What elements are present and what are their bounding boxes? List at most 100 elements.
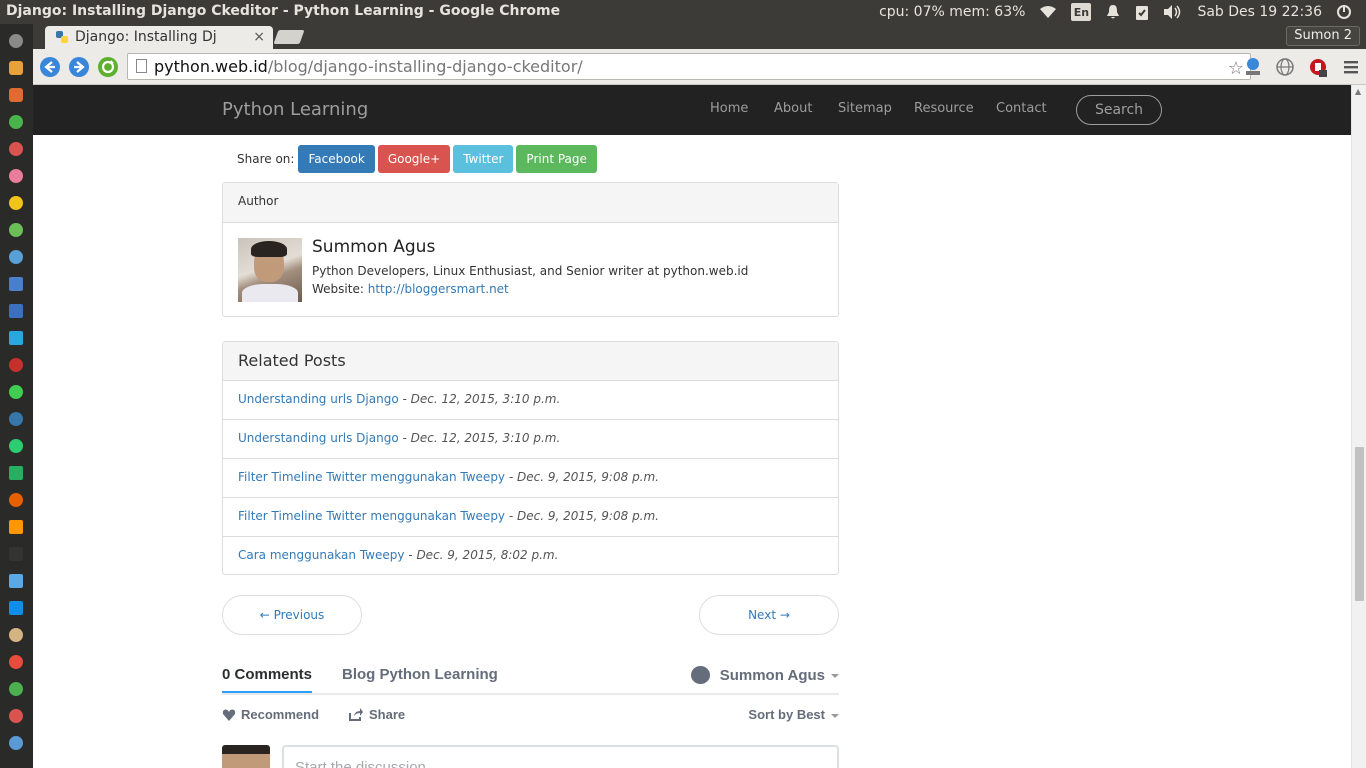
launcher-app-icon[interactable] bbox=[9, 439, 23, 453]
extension-globe-icon[interactable] bbox=[1275, 57, 1295, 77]
clock[interactable]: Sab Des 19 22:36 bbox=[1197, 4, 1322, 20]
launcher-app-icon[interactable] bbox=[9, 331, 23, 345]
volume-icon[interactable] bbox=[1163, 5, 1183, 19]
launcher-app-icon[interactable] bbox=[9, 358, 23, 372]
unity-launcher bbox=[0, 24, 33, 768]
nav-about[interactable]: About bbox=[774, 101, 812, 116]
launcher-app-icon[interactable] bbox=[9, 601, 23, 615]
list-item: Understanding urls Django - Dec. 12, 201… bbox=[223, 420, 838, 459]
tab-community[interactable]: Blog Python Learning bbox=[342, 666, 498, 683]
launcher-app-icon[interactable] bbox=[9, 115, 23, 129]
launcher-app-icon[interactable] bbox=[9, 277, 23, 291]
disqus-user-menu[interactable]: Summon Agus bbox=[690, 666, 839, 684]
related-post-date: - Dec. 12, 2015, 3:10 p.m. bbox=[402, 431, 561, 445]
back-arrow-icon[interactable] bbox=[39, 56, 61, 78]
cpu-mem-indicator[interactable]: cpu: 07% mem: 63% bbox=[879, 4, 1025, 20]
launcher-app-icon[interactable] bbox=[9, 142, 23, 156]
url-host: python.web.id bbox=[154, 57, 268, 76]
wifi-icon[interactable] bbox=[1039, 5, 1057, 19]
new-tab-button[interactable] bbox=[273, 30, 305, 44]
launcher-app-icon[interactable] bbox=[9, 412, 23, 426]
launcher-app-icon[interactable] bbox=[9, 304, 23, 318]
page-scrollbar[interactable]: ▲ bbox=[1351, 85, 1366, 768]
clipboard-check-icon[interactable] bbox=[1135, 4, 1149, 20]
launcher-app-icon[interactable] bbox=[9, 736, 23, 750]
previous-post-button[interactable]: ← Previous bbox=[222, 595, 362, 635]
nav-resource[interactable]: Resource bbox=[914, 101, 974, 116]
next-post-button[interactable]: Next → bbox=[699, 595, 839, 635]
launcher-app-icon[interactable] bbox=[9, 493, 23, 507]
launcher-app-icon[interactable] bbox=[9, 196, 23, 210]
share-twitter-button[interactable]: Twitter bbox=[453, 145, 514, 173]
launcher-app-icon[interactable] bbox=[9, 466, 23, 480]
launcher-app-icon[interactable] bbox=[9, 547, 23, 561]
print-page-button[interactable]: Print Page bbox=[516, 145, 597, 173]
recommend-label: Recommend bbox=[241, 707, 320, 722]
launcher-app-icon[interactable] bbox=[9, 655, 23, 669]
chevron-down-icon bbox=[831, 713, 839, 718]
launcher-app-icon[interactable] bbox=[9, 88, 23, 102]
bookmark-star-icon[interactable]: ☆ bbox=[1228, 56, 1244, 81]
launcher-app-icon[interactable] bbox=[9, 223, 23, 237]
related-post-link[interactable]: Understanding urls Django bbox=[238, 392, 399, 406]
python-favicon-icon bbox=[56, 31, 68, 43]
nav-contact[interactable]: Contact bbox=[996, 101, 1047, 116]
tab-close-icon[interactable]: × bbox=[253, 26, 265, 48]
launcher-app-icon[interactable] bbox=[9, 574, 23, 588]
launcher-app-icon[interactable] bbox=[9, 682, 23, 696]
nav-home[interactable]: Home bbox=[710, 101, 748, 116]
extension-ublock-icon[interactable] bbox=[1308, 57, 1328, 77]
browser-toolbar: python.web.id/blog/django-installing-dja… bbox=[33, 49, 1366, 85]
scrollbar-thumb[interactable] bbox=[1355, 447, 1364, 601]
related-post-link[interactable]: Understanding urls Django bbox=[238, 431, 399, 445]
forward-arrow-icon[interactable] bbox=[68, 56, 90, 78]
launcher-app-icon[interactable] bbox=[9, 385, 23, 399]
page-icon bbox=[136, 59, 147, 73]
site-brand[interactable]: Python Learning bbox=[222, 99, 368, 120]
related-post-link[interactable]: Filter Timeline Twitter menggunakan Twee… bbox=[238, 509, 505, 523]
disqus-actions: Recommend Share Sort by Best bbox=[222, 705, 839, 725]
share-icon bbox=[349, 708, 363, 721]
list-item: Filter Timeline Twitter menggunakan Twee… bbox=[223, 498, 838, 537]
reload-icon[interactable] bbox=[97, 56, 119, 78]
related-post-link[interactable]: Cara menggunakan Tweepy bbox=[238, 548, 404, 562]
system-top-panel: Django: Installing Django Ckeditor - Pyt… bbox=[0, 0, 1366, 24]
keyboard-indicator[interactable]: En bbox=[1071, 3, 1092, 21]
launcher-app-icon[interactable] bbox=[9, 61, 23, 75]
launcher-app-icon[interactable] bbox=[9, 250, 23, 264]
power-gear-icon[interactable] bbox=[1336, 4, 1352, 20]
extension-download-icon[interactable] bbox=[1243, 57, 1263, 77]
recommend-button[interactable]: Recommend bbox=[222, 707, 319, 722]
web-page: Python Learning Home About Sitemap Resou… bbox=[33, 85, 1351, 768]
share-label: Share on: bbox=[237, 152, 295, 166]
nav-sitemap[interactable]: Sitemap bbox=[838, 101, 892, 116]
launcher-app-icon[interactable] bbox=[9, 520, 23, 534]
share-facebook-button[interactable]: Facebook bbox=[298, 145, 375, 173]
scroll-up-arrow-icon[interactable]: ▲ bbox=[1355, 87, 1361, 96]
share-button[interactable]: Share bbox=[349, 707, 405, 722]
dash-icon[interactable] bbox=[9, 34, 23, 48]
disqus-username: Summon Agus bbox=[719, 666, 825, 684]
related-posts-panel: Related Posts Understanding urls Django … bbox=[222, 341, 839, 575]
browser-tab-active[interactable]: Django: Installing Dj × bbox=[45, 26, 273, 49]
share-googleplus-button[interactable]: Google+ bbox=[377, 145, 451, 173]
author-description: Python Developers, Linux Enthusiast, and… bbox=[312, 264, 749, 278]
launcher-app-icon[interactable] bbox=[9, 169, 23, 183]
author-name: Summon Agus bbox=[312, 237, 436, 257]
chrome-menu-icon[interactable] bbox=[1341, 57, 1361, 77]
address-bar[interactable]: python.web.id/blog/django-installing-dja… bbox=[127, 53, 1251, 80]
comment-input[interactable]: Start the discussion... bbox=[282, 745, 839, 768]
share-row: Share on: Facebook Google+ Twitter Print… bbox=[237, 145, 600, 173]
tab-comments[interactable]: 0 Comments bbox=[222, 666, 313, 693]
launcher-app-icon[interactable] bbox=[9, 709, 23, 723]
notification-bell-icon[interactable] bbox=[1105, 4, 1121, 20]
sort-dropdown[interactable]: Sort by Best bbox=[748, 707, 839, 722]
search-button[interactable]: Search bbox=[1076, 95, 1162, 125]
sort-label: Sort by Best bbox=[748, 707, 825, 722]
launcher-app-icon[interactable] bbox=[9, 628, 23, 642]
author-website-link[interactable]: http://bloggersmart.net bbox=[368, 282, 509, 296]
profile-button[interactable]: Sumon 2 bbox=[1286, 26, 1360, 46]
list-item: Cara menggunakan Tweepy - Dec. 9, 2015, … bbox=[223, 537, 838, 576]
list-item: Understanding urls Django - Dec. 12, 201… bbox=[223, 381, 838, 420]
related-post-link[interactable]: Filter Timeline Twitter menggunakan Twee… bbox=[238, 470, 505, 484]
